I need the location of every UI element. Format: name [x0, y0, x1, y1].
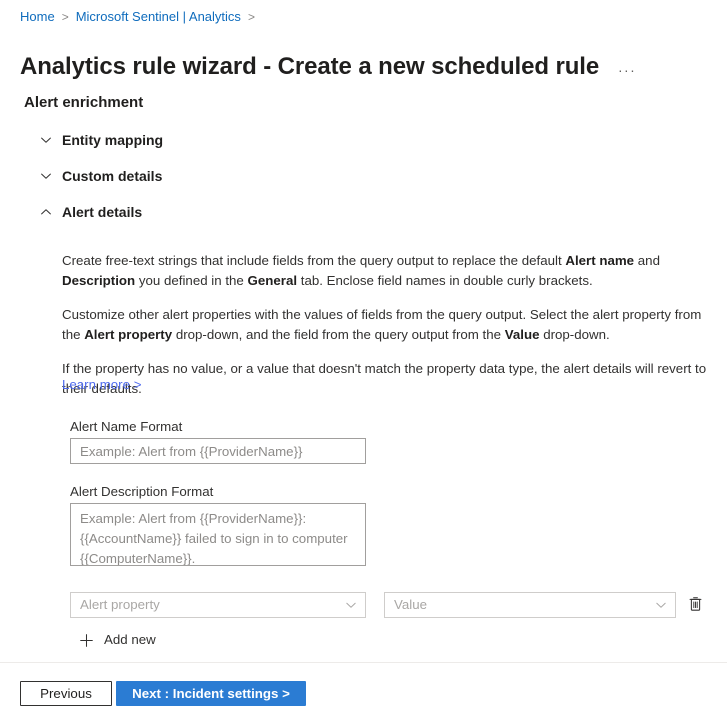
- breadcrumb-separator-icon-2: >: [248, 9, 255, 25]
- chevron-down-icon: [36, 166, 56, 186]
- add-new-button[interactable]: Add new: [78, 629, 156, 651]
- accordion-label-entity-mapping: Entity mapping: [62, 130, 163, 150]
- alert-property-dropdown[interactable]: Alert property: [70, 592, 366, 618]
- value-dropdown-value: Value: [394, 596, 653, 614]
- breadcrumb-item-home[interactable]: Home: [20, 9, 55, 25]
- accordion-label-alert-details: Alert details: [62, 202, 142, 222]
- para2-part3: drop-down.: [540, 327, 610, 342]
- description-paragraph-1: Create free-text strings that include fi…: [62, 251, 716, 291]
- trash-icon: [688, 596, 703, 615]
- breadcrumb: Home > Microsoft Sentinel | Analytics >: [20, 9, 262, 25]
- chevron-down-icon: [36, 130, 56, 150]
- more-options-icon[interactable]: ···: [615, 60, 639, 80]
- alert-description-format-label: Alert Description Format: [70, 483, 213, 501]
- chevron-down-icon: [343, 597, 359, 613]
- para1-part1: Create free-text strings that include fi…: [62, 253, 565, 268]
- plus-icon: [78, 632, 94, 648]
- section-heading-alert-enrichment: Alert enrichment: [24, 93, 143, 113]
- learn-more-link[interactable]: Learn more >: [62, 376, 141, 394]
- para1-part2: and: [634, 253, 660, 268]
- scroll-corner: [0, 719, 8, 727]
- chevron-up-icon: [36, 202, 56, 222]
- para1-part4: tab. Enclose field names in double curly…: [297, 273, 593, 288]
- breadcrumb-separator-icon: >: [62, 9, 69, 25]
- chevron-down-icon: [653, 597, 669, 613]
- accordion-alert-details[interactable]: Alert details: [36, 201, 142, 223]
- add-new-label: Add new: [104, 631, 156, 649]
- accordion-label-custom-details: Custom details: [62, 166, 162, 186]
- description-paragraph-3: If the property has no value, or a value…: [62, 359, 716, 399]
- footer-divider: [0, 662, 727, 663]
- alert-property-dropdown-value: Alert property: [80, 596, 343, 614]
- para1-part3: you defined in the: [135, 273, 247, 288]
- title-row: Analytics rule wizard - Create a new sch…: [20, 36, 639, 98]
- description-paragraph-2: Customize other alert properties with th…: [62, 305, 716, 345]
- para2-bold-alert-property: Alert property: [84, 327, 172, 342]
- delete-row-button[interactable]: [684, 592, 706, 618]
- para1-bold-alert-name: Alert name: [565, 253, 634, 268]
- para2-bold-value: Value: [505, 327, 540, 342]
- para1-bold-description: Description: [62, 273, 135, 288]
- analytics-rule-wizard-page: Home > Microsoft Sentinel | Analytics > …: [0, 0, 727, 727]
- value-dropdown[interactable]: Value: [384, 592, 676, 618]
- alert-name-format-input[interactable]: [70, 438, 366, 464]
- alert-description-format-textarea[interactable]: [70, 503, 366, 566]
- breadcrumb-item-microsoft-sentinel-analytics[interactable]: Microsoft Sentinel | Analytics: [76, 9, 241, 25]
- previous-button[interactable]: Previous: [20, 681, 112, 706]
- accordion-custom-details[interactable]: Custom details: [36, 165, 162, 187]
- alert-name-format-label: Alert Name Format: [70, 418, 182, 436]
- page-title: Analytics rule wizard - Create a new sch…: [20, 52, 599, 82]
- para2-part2: drop-down, and the field from the query …: [172, 327, 505, 342]
- para1-bold-general: General: [248, 273, 298, 288]
- next-incident-settings-button[interactable]: Next : Incident settings >: [116, 681, 306, 706]
- accordion-entity-mapping[interactable]: Entity mapping: [36, 129, 163, 151]
